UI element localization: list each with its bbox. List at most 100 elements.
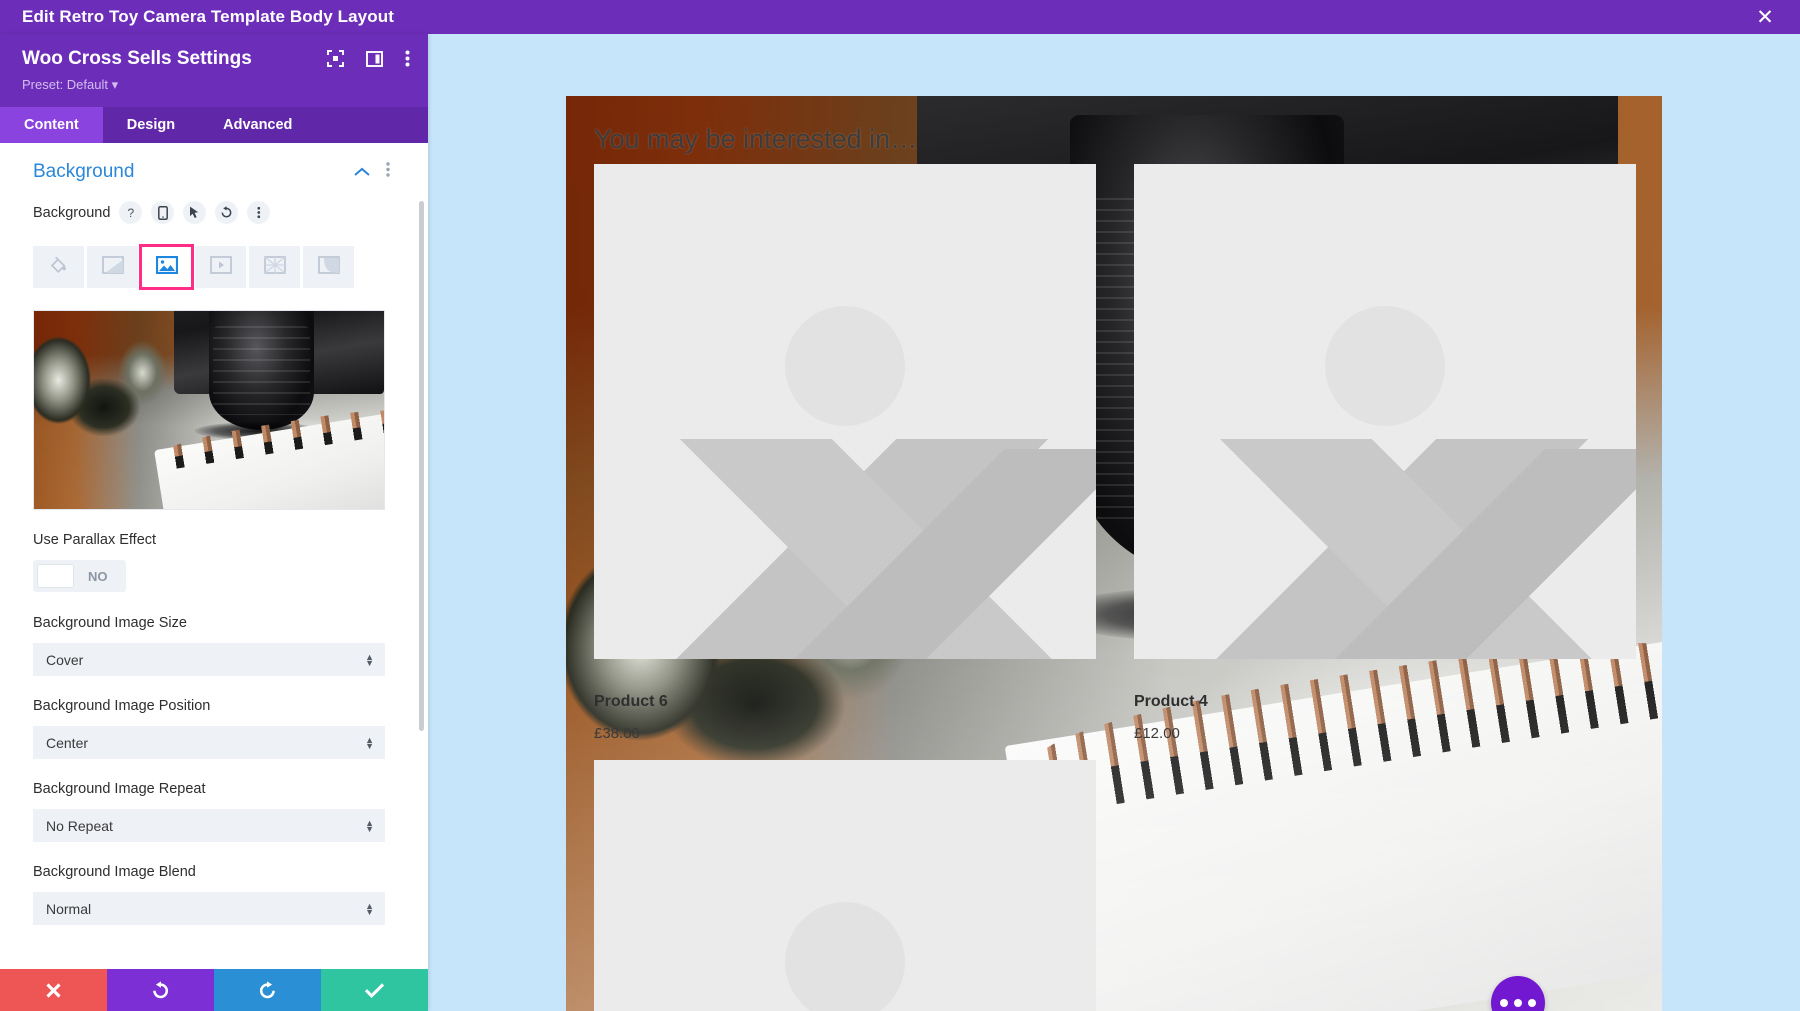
- check-icon: [364, 983, 385, 998]
- placeholder-circle-icon: [1325, 306, 1445, 426]
- close-icon[interactable]: ✕: [1752, 4, 1778, 30]
- product-placeholder-image: [594, 760, 1096, 1011]
- background-image-position-label: Background Image Position: [33, 698, 211, 714]
- placeholder-circle-icon: [785, 902, 905, 1011]
- background-mask-tab[interactable]: [303, 246, 354, 288]
- background-image-blend-select[interactable]: Normal ▲ ▼: [33, 892, 385, 925]
- camera-lens-rings: [213, 325, 310, 415]
- background-pattern-tab[interactable]: [249, 246, 300, 288]
- reset-icon[interactable]: [215, 201, 239, 224]
- fab-dot-icon: [1500, 999, 1508, 1007]
- toggle-value: NO: [88, 568, 108, 584]
- page-preview-canvas[interactable]: You may be interested in… Product 6 £38.…: [428, 34, 1800, 1011]
- placeholder-circle-icon: [785, 306, 905, 426]
- more-vertical-icon[interactable]: [386, 162, 390, 182]
- background-image-repeat-label-row: Background Image Repeat: [33, 781, 385, 797]
- window-title: Edit Retro Toy Camera Template Body Layo…: [22, 7, 394, 26]
- window-titlebar: Edit Retro Toy Camera Template Body Layo…: [0, 0, 1800, 34]
- background-image-size-select[interactable]: Cover ▲ ▼: [33, 643, 385, 676]
- background-image-blend-label: Background Image Blend: [33, 864, 196, 880]
- product-card[interactable]: [594, 164, 1096, 676]
- divi-builder-screen: Edit Retro Toy Camera Template Body Layo…: [0, 0, 1800, 1011]
- product-card[interactable]: Product 4 £12.00: [1134, 676, 1636, 742]
- camera-lens-shape: [209, 311, 314, 430]
- background-image-position-select[interactable]: Center ▲ ▼: [33, 726, 385, 759]
- fab-dot-icon: [1514, 999, 1522, 1007]
- background-image-size-label-row: Background Image Size: [33, 615, 385, 631]
- tab-content[interactable]: Content: [0, 107, 103, 143]
- panel-layout-icon[interactable]: [366, 50, 383, 67]
- product-placeholder-image: [1134, 164, 1636, 659]
- background-image-tab[interactable]: [139, 244, 194, 290]
- fab-dot-icon: [1528, 999, 1536, 1007]
- panel-tabs: Content Design Advanced: [0, 107, 428, 143]
- more-vertical-icon[interactable]: [247, 201, 271, 224]
- background-image-repeat-field: Background Image Repeat No Repeat ▲ ▼: [0, 781, 418, 842]
- background-image-repeat-label: Background Image Repeat: [33, 781, 206, 797]
- paint-bucket-icon: [48, 254, 69, 280]
- cross-sells-product-grid: Product 6 £38.00 Product 4 £12.00: [594, 164, 1636, 1011]
- background-section-header: Background: [0, 161, 418, 183]
- cancel-button[interactable]: [0, 969, 107, 1011]
- redo-button[interactable]: [214, 969, 321, 1011]
- background-image-repeat-select[interactable]: No Repeat ▲ ▼: [33, 809, 385, 842]
- background-image-blend-field: Background Image Blend Normal ▲ ▼: [0, 864, 418, 925]
- preset-selector[interactable]: Preset: Default ▾: [22, 77, 406, 93]
- use-parallax-field: Use Parallax Effect NO: [0, 532, 418, 593]
- background-image-preview[interactable]: [33, 310, 385, 510]
- save-button[interactable]: [321, 969, 428, 1011]
- tab-design[interactable]: Design: [103, 107, 199, 143]
- background-image-position-field: Background Image Position Center ▲ ▼: [0, 698, 418, 759]
- toggle-knob: [37, 564, 74, 588]
- video-icon: [209, 255, 232, 279]
- panel-header: Woo Cross Sells Settings Preset: Default…: [0, 34, 428, 107]
- mask-icon: [317, 255, 340, 279]
- panel-scrollbar[interactable]: [419, 201, 424, 731]
- product-title: Product 4: [1134, 693, 1208, 710]
- use-parallax-label-row: Use Parallax Effect: [33, 532, 385, 548]
- chevron-up-icon[interactable]: [354, 165, 370, 180]
- undo-button[interactable]: [107, 969, 214, 1011]
- more-options-icon[interactable]: [405, 50, 410, 67]
- select-arrows-icon: ▲ ▼: [365, 734, 374, 751]
- focus-icon[interactable]: [327, 50, 344, 67]
- background-image-thumbnail: [34, 311, 384, 509]
- use-parallax-label: Use Parallax Effect: [33, 532, 157, 548]
- background-image-position-label-row: Background Image Position: [33, 698, 385, 714]
- pattern-icon: [263, 255, 286, 279]
- background-image-blend-label-row: Background Image Blend: [33, 864, 385, 880]
- module-settings-panel: Woo Cross Sells Settings Preset: Default…: [0, 34, 428, 1011]
- select-arrows-icon: ▲ ▼: [365, 817, 374, 834]
- panel-body: Background Background ? Use Parallax Eff…: [0, 143, 428, 969]
- cross-sells-heading: You may be interested in…: [594, 124, 918, 154]
- placeholder-mountain-icon: [726, 449, 1096, 659]
- redo-icon: [259, 980, 275, 998]
- panel-footer: [0, 969, 428, 1011]
- background-video-tab[interactable]: [195, 246, 246, 288]
- placeholder-mountain-icon: [1266, 449, 1636, 659]
- product-card[interactable]: Product 6 £38.00: [594, 676, 1096, 1011]
- background-color-tab[interactable]: [33, 246, 84, 288]
- settings-scroll-area: Background Background ? Use Parallax Eff…: [0, 143, 418, 969]
- plant-leaves-shape: [34, 330, 195, 454]
- responsive-icon[interactable]: [151, 201, 175, 224]
- background-type-tabs: [0, 244, 418, 290]
- select-value: Center: [46, 734, 89, 751]
- tab-advanced[interactable]: Advanced: [199, 107, 316, 143]
- background-field: Background ?: [0, 201, 418, 224]
- product-card[interactable]: [1134, 164, 1636, 676]
- image-icon: [155, 255, 178, 279]
- select-arrows-icon: ▲ ▼: [365, 651, 374, 668]
- product-price: £38.00: [594, 725, 640, 742]
- background-image-size-field: Background Image Size Cover ▲ ▼: [0, 615, 418, 676]
- hover-icon[interactable]: [183, 201, 207, 224]
- background-image-size-label: Background Image Size: [33, 615, 187, 631]
- preset-label: Preset: Default: [22, 77, 108, 92]
- close-icon: [46, 982, 61, 998]
- select-value: Normal: [46, 900, 92, 917]
- product-title: Product 6: [594, 693, 668, 710]
- background-gradient-tab[interactable]: [87, 246, 138, 288]
- help-icon[interactable]: ?: [119, 201, 143, 224]
- page-body-section: You may be interested in… Product 6 £38.…: [566, 96, 1662, 1011]
- use-parallax-toggle[interactable]: NO: [33, 560, 126, 592]
